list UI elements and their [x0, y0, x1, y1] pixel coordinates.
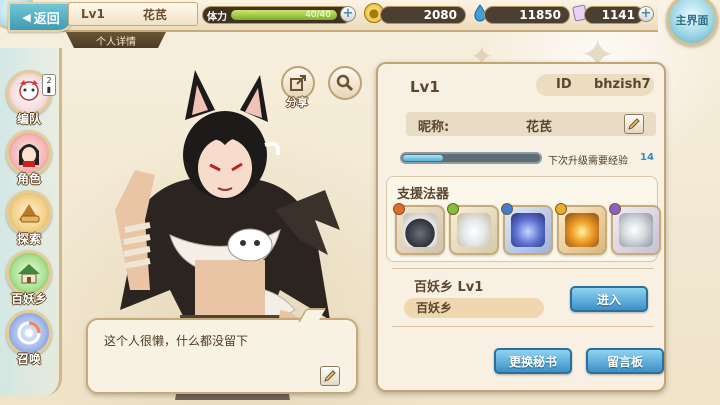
water-counter: 11850 [484, 6, 570, 24]
edit-nickname-button[interactable] [624, 114, 644, 134]
profile-level: Lv1 [410, 78, 440, 96]
player-level: Lv1 [81, 7, 105, 21]
coin-value: 2080 [423, 8, 457, 22]
village-title: 百妖乡 Lv1 [414, 280, 484, 295]
artifact-slot-3[interactable] [501, 203, 553, 255]
exp-fill [403, 155, 444, 161]
artifact-slot-5[interactable] [609, 203, 661, 255]
exp-bar [400, 152, 542, 164]
tab-personal-details[interactable]: 个人详情 [66, 32, 166, 48]
nav-explore[interactable]: 探索 [4, 190, 54, 250]
main-menu-label: 主界面 [675, 14, 709, 27]
artifact-slot-4[interactable] [555, 203, 607, 255]
silver-bracer-icon [619, 213, 653, 247]
share-icon [290, 75, 306, 91]
change-secretary-button[interactable]: 更换秘书 [494, 348, 572, 374]
crystal-counter: 1141 [584, 6, 644, 24]
coin-counter: 2080 [380, 6, 466, 24]
nickname-box: 昵称: 花芪 [406, 112, 656, 136]
add-crystal-button[interactable]: + [638, 6, 654, 22]
nav-label: 编队 [16, 112, 41, 126]
add-stamina-button[interactable]: + [340, 6, 356, 22]
nickname-value: 花芪 [526, 120, 553, 135]
nav-character[interactable]: 角色 [4, 130, 54, 190]
left-nav-rail: 2 ▮ 编队 角色 探索 百妖乡 召唤 [0, 48, 62, 396]
gem-icon [501, 203, 513, 215]
signature-bubble: 这个人很懒，什么都没留下 [86, 308, 358, 394]
exp-label: 下次升级需要经验 [548, 156, 628, 167]
divider [392, 268, 654, 269]
gem-icon [447, 203, 459, 215]
nav-team[interactable]: 2 ▮ 编队 [4, 70, 56, 130]
edit-signature-button[interactable] [320, 366, 340, 386]
id-value: bhzish7 [594, 77, 651, 92]
gem-icon [393, 203, 405, 215]
player-id-box: ID bhzish7 [536, 74, 654, 96]
artifact-slot-2[interactable] [447, 203, 499, 255]
share-label: 分享 [286, 96, 308, 109]
message-board-button[interactable]: 留言板 [586, 348, 664, 374]
exp-value: 14 [640, 152, 654, 163]
artifact-slot-1[interactable] [393, 203, 445, 255]
back-label: 返回 [33, 11, 60, 27]
gem-icon [555, 203, 567, 215]
village-tag: 百妖乡 [404, 298, 544, 318]
support-title: 支援法器 [397, 187, 450, 202]
white-cloth-icon [457, 213, 491, 247]
pencil-icon [324, 370, 336, 382]
nav-label: 召唤 [16, 352, 41, 366]
team-badge: 2 ▮ [42, 74, 56, 96]
zoom-button[interactable] [328, 66, 362, 100]
crystal-value: 1141 [601, 8, 635, 22]
stamina-label: 体力 [207, 12, 227, 23]
nav-label: 角色 [16, 172, 41, 186]
nav-label: 百妖乡 [10, 292, 47, 306]
player-name: 花芪 [142, 7, 167, 22]
support-artifacts: 支援法器 [386, 176, 661, 262]
golden-lantern-icon [565, 213, 599, 247]
nav-village[interactable]: 百妖乡 [4, 250, 54, 310]
signature-text: 这个人很懒，什么都没留下 [104, 334, 249, 348]
profile-panel: Lv1 ID bhzish7 昵称: 花芪 下次升级需要经验 14 支援法器 百… [376, 62, 666, 392]
id-label: ID [556, 77, 572, 92]
stamina-value: 40/40 [305, 10, 331, 20]
stamina-bar: 体力 40/40 [202, 6, 352, 24]
back-button[interactable]: ◀ 返回 [8, 2, 74, 32]
blue-cauldron-icon [511, 213, 545, 247]
nav-summon[interactable]: 召唤 [4, 310, 54, 370]
back-arrow-icon: ◀ [22, 10, 31, 24]
player-plate: Lv1 花芪 [68, 2, 198, 26]
nickname-label: 昵称: [418, 120, 450, 135]
water-value: 11850 [519, 8, 561, 22]
divider [392, 326, 654, 327]
search-icon [336, 74, 354, 92]
nav-label: 探索 [16, 232, 41, 246]
gem-icon [609, 203, 621, 215]
pencil-icon [628, 118, 640, 130]
dark-bowl-icon [403, 213, 437, 247]
enter-village-button[interactable]: 进入 [570, 286, 648, 312]
